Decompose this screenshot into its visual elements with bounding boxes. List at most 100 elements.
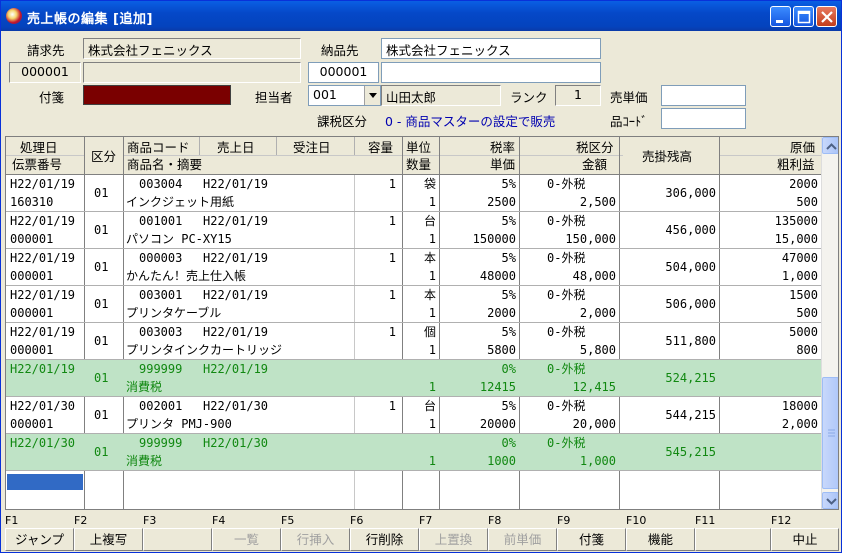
cell-rate[interactable]: 5% bbox=[443, 175, 516, 193]
cell-code[interactable]: 003004 bbox=[139, 175, 199, 193]
cell-qty[interactable]: 1 bbox=[406, 193, 436, 211]
cell-sdate[interactable]: H22/01/19 bbox=[203, 175, 273, 193]
cell-price[interactable]: 2000 bbox=[443, 304, 516, 322]
cell-code[interactable]: 001001 bbox=[139, 212, 199, 230]
cell-kubun[interactable]: 01 bbox=[94, 184, 120, 202]
cell-price[interactable]: 12415 bbox=[443, 378, 516, 396]
cell-profit[interactable]: 800 bbox=[723, 341, 818, 359]
cell-date[interactable]: H22/01/19 bbox=[10, 249, 84, 267]
fkey-button-f2[interactable]: 上複写 bbox=[74, 528, 143, 551]
cell-cost[interactable]: 47000 bbox=[723, 249, 818, 267]
tag-color-swatch[interactable] bbox=[83, 85, 231, 105]
cell-amount[interactable]: 5,800 bbox=[523, 341, 616, 359]
cell-name[interactable]: 消費税 bbox=[126, 378, 356, 396]
cell-cap[interactable]: 1 bbox=[358, 249, 396, 267]
cell-tclass[interactable]: 0-外税 bbox=[547, 286, 619, 304]
fkey-button-f11[interactable] bbox=[695, 528, 771, 551]
shipto-name-field[interactable]: 株式会社フェニックス bbox=[381, 38, 601, 59]
cell-profit[interactable]: 500 bbox=[723, 304, 818, 322]
fkey-button-f3[interactable] bbox=[143, 528, 212, 551]
cell-amount[interactable]: 2,000 bbox=[523, 304, 616, 322]
cell-date[interactable]: H22/01/19 bbox=[10, 175, 84, 193]
cell-date[interactable]: H22/01/19 bbox=[10, 360, 84, 378]
maximize-button[interactable] bbox=[793, 6, 814, 27]
cell-sdate[interactable]: H22/01/19 bbox=[203, 360, 273, 378]
cell-sdate[interactable]: H22/01/30 bbox=[203, 397, 273, 415]
sales-grid[interactable]: 処理日 伝票番号 区分 商品コード 売上日 受注日 商品名・摘要 容量 単位 数… bbox=[5, 136, 839, 510]
cell-rate[interactable]: 0% bbox=[443, 434, 516, 452]
cell-tclass[interactable]: 0-外税 bbox=[547, 212, 619, 230]
cell-code[interactable]: 999999 bbox=[139, 434, 199, 452]
cell-profit[interactable]: 500 bbox=[723, 193, 818, 211]
cell-slip[interactable]: 000001 bbox=[10, 415, 84, 433]
cell-date[interactable]: H22/01/19 bbox=[10, 286, 84, 304]
cell-name[interactable]: プリンタケーブル bbox=[126, 304, 356, 322]
table-row[interactable]: H22/01/30 000001 01 002001 H22/01/30 プリンタ PMJ… bbox=[6, 397, 821, 434]
cell-unit[interactable]: 個 bbox=[406, 323, 436, 341]
cell-profit[interactable]: 2,000 bbox=[723, 415, 818, 433]
cell-cost[interactable]: 5000 bbox=[723, 323, 818, 341]
cell-kubun[interactable]: 01 bbox=[94, 258, 120, 276]
cell-rate[interactable]: 5% bbox=[443, 323, 516, 341]
cell-code[interactable]: 000003 bbox=[139, 249, 199, 267]
cell-kubun[interactable]: 01 bbox=[94, 443, 120, 461]
cell-sdate[interactable]: H22/01/19 bbox=[203, 212, 273, 230]
table-row[interactable]: H22/01/19 000001 01 000003 H22/01/19 かんたん！売上仕… bbox=[6, 249, 821, 286]
cell-price[interactable]: 150000 bbox=[443, 230, 516, 248]
cell-code[interactable]: 999999 bbox=[139, 360, 199, 378]
cell-name[interactable]: インクジェット用紙 bbox=[126, 193, 356, 211]
cell-qty[interactable]: 1 bbox=[406, 378, 436, 396]
cell-amount[interactable]: 20,000 bbox=[523, 415, 616, 433]
cell-amount[interactable]: 48,000 bbox=[523, 267, 616, 285]
cell-slip[interactable]: 000001 bbox=[10, 304, 84, 322]
cell-kubun[interactable]: 01 bbox=[94, 295, 120, 313]
fkey-button-f1[interactable]: ジャンプ bbox=[5, 528, 74, 551]
cell-price[interactable]: 5800 bbox=[443, 341, 516, 359]
cell-cost[interactable]: 18000 bbox=[723, 397, 818, 415]
cell-code[interactable]: 003001 bbox=[139, 286, 199, 304]
fkey-button-f5[interactable]: 行挿入 bbox=[281, 528, 350, 551]
cell-qty[interactable]: 1 bbox=[406, 304, 436, 322]
billto-code-field[interactable]: 000001 bbox=[9, 62, 81, 83]
cell-tclass[interactable]: 0-外税 bbox=[547, 434, 619, 452]
cell-recv[interactable]: 511,800 bbox=[623, 332, 716, 350]
unit-price-field[interactable] bbox=[661, 85, 746, 106]
scroll-down-button[interactable] bbox=[822, 492, 838, 509]
cell-amount[interactable]: 1,000 bbox=[523, 452, 616, 470]
cell-qty[interactable]: 1 bbox=[406, 452, 436, 470]
cell-rate[interactable]: 5% bbox=[443, 249, 516, 267]
cell-date[interactable]: H22/01/30 bbox=[10, 397, 84, 415]
cell-kubun[interactable]: 01 bbox=[94, 332, 120, 350]
table-row[interactable]: H22/01/19 01 999999 H22/01/19 消費税 1 0% 12415 0-外… bbox=[6, 360, 821, 397]
cell-code[interactable]: 003003 bbox=[139, 323, 199, 341]
cell-recv[interactable]: 545,215 bbox=[623, 443, 716, 461]
table-row[interactable]: H22/01/19 160310 01 003004 H22/01/19 インクジェット用… bbox=[6, 175, 821, 212]
cell-qty[interactable]: 1 bbox=[406, 230, 436, 248]
cell-sdate[interactable]: H22/01/19 bbox=[203, 286, 273, 304]
cell-date[interactable]: H22/01/19 bbox=[10, 212, 84, 230]
cell-amount[interactable]: 12,415 bbox=[523, 378, 616, 396]
cell-price[interactable]: 1000 bbox=[443, 452, 516, 470]
cell-cap[interactable]: 1 bbox=[358, 175, 396, 193]
cell-amount[interactable]: 150,000 bbox=[523, 230, 616, 248]
cell-recv[interactable]: 544,215 bbox=[623, 406, 716, 424]
fkey-button-f4[interactable]: 一覧 bbox=[212, 528, 281, 551]
cell-tclass[interactable]: 0-外税 bbox=[547, 323, 619, 341]
cell-kubun[interactable]: 01 bbox=[94, 406, 120, 424]
fkey-button-f10[interactable]: 機能 bbox=[626, 528, 695, 551]
cell-name[interactable]: 消費税 bbox=[126, 452, 356, 470]
shipto-code-field[interactable]: 000001 bbox=[308, 62, 379, 83]
cell-unit[interactable]: 本 bbox=[406, 286, 436, 304]
cell-unit[interactable]: 台 bbox=[406, 397, 436, 415]
cell-rate[interactable]: 0% bbox=[443, 360, 516, 378]
cell-cap[interactable]: 1 bbox=[358, 212, 396, 230]
tax-value[interactable]: 0 - 商品マスターの設定で販売 bbox=[385, 111, 555, 130]
cell-tclass[interactable]: 0-外税 bbox=[547, 397, 619, 415]
cell-slip[interactable]: 160310 bbox=[10, 193, 84, 211]
cell-cost[interactable]: 1500 bbox=[723, 286, 818, 304]
title-bar[interactable]: 売上帳の編集 [追加] bbox=[1, 1, 841, 31]
cell-rate[interactable]: 5% bbox=[443, 397, 516, 415]
cell-kubun[interactable]: 01 bbox=[94, 221, 120, 239]
cell-cap[interactable]: 1 bbox=[358, 323, 396, 341]
cell-kubun[interactable]: 01 bbox=[94, 369, 120, 387]
